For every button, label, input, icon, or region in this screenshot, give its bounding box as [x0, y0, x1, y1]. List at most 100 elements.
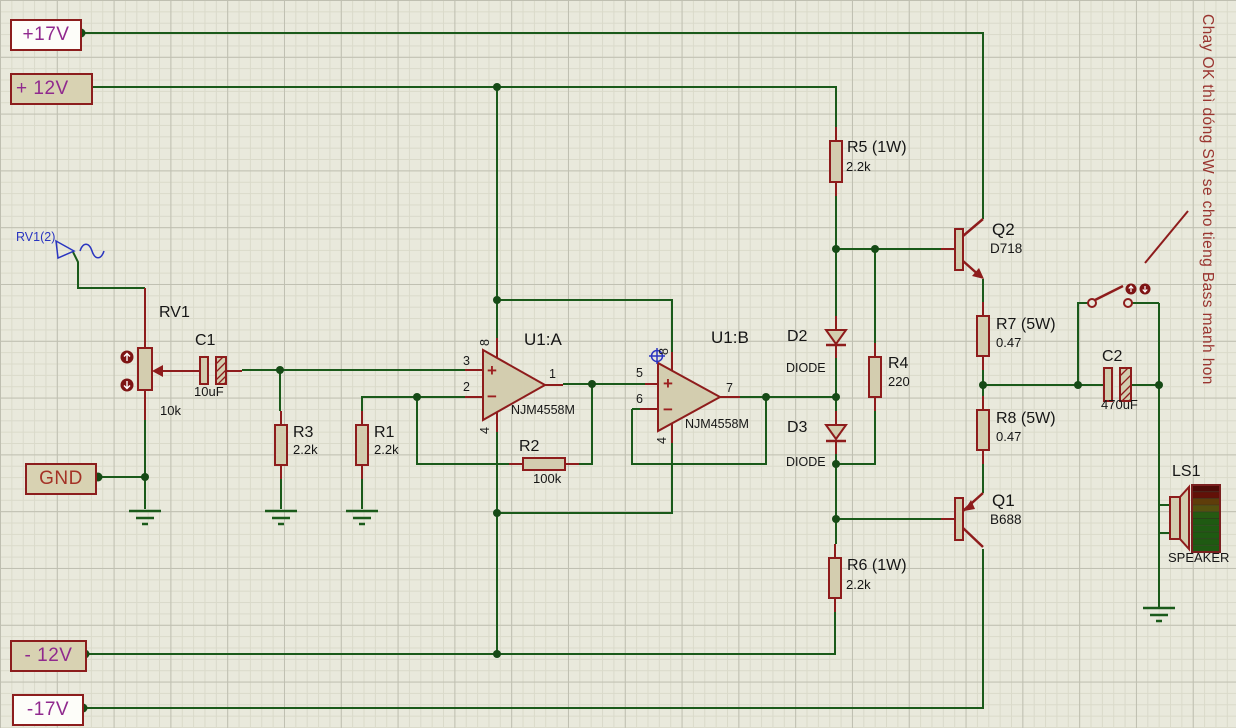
terminal-minus17v-label: -17V — [27, 699, 69, 721]
transistor-q1[interactable] — [955, 493, 983, 547]
u1b-pin7: 7 — [726, 382, 733, 395]
resistor-r7[interactable] — [977, 316, 989, 356]
terminal-gnd-label: GND — [39, 468, 83, 490]
r8-ref: R8 (5W) — [996, 411, 1056, 428]
wire-rail-p17[interactable] — [80, 33, 983, 219]
u1a-plus-sign: + — [487, 362, 497, 379]
annotation-pointer-line[interactable] — [1145, 211, 1188, 263]
pot-adjust-down-icon[interactable] — [121, 379, 134, 392]
u1a-pin8: 8 — [479, 339, 492, 346]
u1b-pin4: 4 — [656, 437, 669, 444]
r5-value: 2.2k — [846, 160, 871, 174]
r1-ref: R1 — [374, 425, 394, 442]
u1a-minus-sign: − — [487, 388, 497, 405]
rv1-value: 10k — [160, 404, 181, 418]
r7-value: 0.47 — [996, 336, 1021, 350]
terminal-plus12v[interactable]: + 12V — [10, 73, 93, 105]
wire-noninv-in[interactable] — [242, 370, 465, 411]
capacitor-c1[interactable] — [200, 357, 226, 384]
q2-ref: Q2 — [992, 221, 1015, 239]
terminal-plus12v-label: + 12V — [16, 78, 69, 100]
wire-rail-p12[interactable] — [85, 87, 836, 352]
u1a-ref: U1:A — [524, 331, 562, 349]
r4-value: 220 — [888, 375, 910, 389]
resistor-r6[interactable] — [829, 558, 841, 598]
probe-label: RV1(2) — [16, 231, 55, 244]
resistor-r1[interactable] — [356, 425, 368, 465]
signal-probe[interactable] — [56, 241, 104, 258]
ground-symbol[interactable] — [1143, 608, 1175, 621]
resistor-r8[interactable] — [977, 410, 989, 450]
switch-sw[interactable] — [1088, 286, 1132, 307]
potentiometer-rv1[interactable] — [138, 348, 202, 390]
d2-value: DIODE — [786, 362, 826, 375]
q1-value: B688 — [990, 513, 1022, 527]
transistor-q2[interactable] — [955, 219, 984, 279]
schematic-drawing — [0, 0, 1236, 728]
schematic-canvas: +17V + 12V GND - 12V -17V RV1(2) RV1 10k… — [0, 0, 1236, 728]
r5-ref: R5 (1W) — [847, 140, 907, 157]
r4-ref: R4 — [888, 356, 908, 373]
wire-input-source[interactable] — [73, 252, 145, 288]
d2-ref: D2 — [787, 329, 807, 346]
u1b-pin5: 5 — [636, 367, 643, 380]
u1a-pin1: 1 — [549, 368, 556, 381]
switch-toggle-down-icon[interactable] — [1140, 284, 1151, 295]
r2-ref: R2 — [519, 439, 539, 456]
u1a-pin4: 4 — [479, 427, 492, 434]
pot-adjust-up-icon[interactable] — [121, 351, 134, 364]
u1b-pin6: 6 — [636, 393, 643, 406]
d3-ref: D3 — [787, 420, 807, 437]
annotation-note[interactable]: Chay OK thì dóng SW se cho tieng Bass ma… — [1197, 14, 1216, 406]
q1-ref: Q1 — [992, 492, 1015, 510]
r6-ref: R6 (1W) — [847, 558, 907, 575]
wire-bias-bot[interactable] — [836, 411, 941, 544]
wire-gnd-net[interactable] — [97, 420, 145, 509]
u1b-value: NJM4558M — [685, 418, 749, 431]
ground-symbol[interactable] — [129, 511, 161, 524]
u1b-minus-sign: − — [663, 401, 673, 418]
u1b-pin8: 8 — [658, 348, 671, 355]
wire-bias-top[interactable] — [836, 196, 941, 343]
switch-toggle-up-icon[interactable] — [1126, 284, 1137, 295]
terminal-minus12v[interactable]: - 12V — [10, 640, 87, 672]
r2-value: 100k — [533, 472, 561, 486]
diode-d3[interactable] — [826, 425, 846, 441]
resistor-r3[interactable] — [275, 425, 287, 465]
r1-value: 2.2k — [374, 443, 399, 457]
speaker-level-meter — [1192, 485, 1220, 552]
terminal-gnd[interactable]: GND — [25, 463, 97, 495]
wire-rail-n12[interactable] — [84, 432, 835, 654]
r6-value: 2.2k — [846, 578, 871, 592]
u1b-ref: U1:B — [711, 329, 749, 347]
resistor-r4[interactable] — [869, 357, 881, 397]
c1-ref: C1 — [195, 333, 215, 350]
ground-symbol[interactable] — [265, 511, 297, 524]
r3-ref: R3 — [293, 425, 313, 442]
ls1-ref: LS1 — [1172, 464, 1200, 481]
r3-value: 2.2k — [293, 443, 318, 457]
terminal-plus17v[interactable]: +17V — [10, 19, 82, 51]
u1a-pin3: 3 — [463, 355, 470, 368]
wire-resistor-grounds[interactable] — [281, 479, 362, 509]
r8-value: 0.47 — [996, 430, 1021, 444]
q2-value: D718 — [990, 242, 1022, 256]
d3-value: DIODE — [786, 456, 826, 469]
ls1-value: SPEAKER — [1168, 551, 1229, 565]
ground-symbol[interactable] — [346, 511, 378, 524]
speaker-ls1[interactable] — [1170, 487, 1189, 549]
u1a-value: NJM4558M — [511, 404, 575, 417]
c2-ref: C2 — [1102, 349, 1122, 366]
terminal-minus12v-label: - 12V — [25, 645, 73, 667]
r7-ref: R7 (5W) — [996, 317, 1056, 334]
u1a-pin2: 2 — [463, 381, 470, 394]
rv1-ref: RV1 — [159, 305, 190, 322]
diode-d2[interactable] — [826, 330, 846, 345]
u1b-plus-sign: + — [663, 375, 673, 392]
resistor-r2[interactable] — [523, 458, 565, 470]
terminal-plus17v-label: +17V — [23, 24, 70, 46]
c2-value: 470uF — [1101, 398, 1138, 412]
resistor-r5[interactable] — [830, 141, 842, 182]
terminal-minus17v[interactable]: -17V — [12, 694, 84, 726]
c1-value: 10uF — [194, 385, 224, 399]
